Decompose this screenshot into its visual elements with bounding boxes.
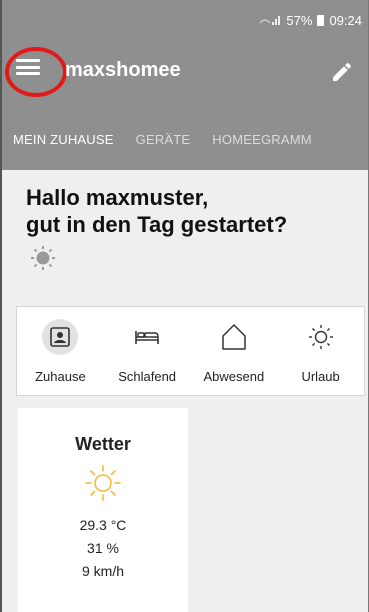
mode-urlaub[interactable]: Urlaub [277,319,364,384]
annotation-circle [5,47,67,97]
weather-temperature: 29.3 °C [79,517,127,533]
mode-label-urlaub: Urlaub [301,369,340,384]
sun-icon [85,465,121,501]
tab-geraete[interactable]: GERÄTE [125,132,202,147]
bed-icon [129,319,165,355]
weather-card[interactable]: Wetter 29.3 °C 31 % 9 km/h [18,408,188,612]
sun-outline-icon [303,319,339,355]
mode-label-abwesend: Abwesend [203,369,265,384]
greeting: Hallo maxmuster, gut in den Tag gestarte… [26,184,356,238]
battery-icon [317,14,325,26]
tab-homeegramm[interactable]: HOMEEGRAMM [201,132,323,147]
app-frame: 57% 09:24 maxshomee MEIN ZUHAUSE GERÄTE … [0,0,369,612]
weather-title: Wetter [75,434,131,454]
mode-abwesend[interactable]: Abwesend [191,319,278,384]
mode-schlafend[interactable]: Schlafend [104,319,191,384]
greeting-line-2: gut in den Tag gestartet? [26,212,288,237]
mode-selector: Zuhause Schlafend Abwesend Urlaub [16,306,365,396]
app-bar: maxshomee [2,40,368,108]
app-title: maxshomee [65,59,181,81]
weather-humidity: 31 % [87,540,119,556]
battery-percent: 57% [286,12,313,28]
weather-wind: 9 km/h [81,563,124,579]
tab-bar: MEIN ZUHAUSE GERÄTE HOMEEGRAMM [2,108,368,170]
sun-icon [31,246,55,270]
home-person-icon [42,319,79,355]
mode-zuhause[interactable]: Zuhause [17,319,104,384]
mode-label-schlafend: Schlafend [118,369,177,384]
clock: 09:24 [329,12,362,28]
greeting-line-1: Hallo maxmuster, [26,185,209,210]
tab-mein-zuhause[interactable]: MEIN ZUHAUSE [2,132,125,147]
status-bar: 57% 09:24 [2,0,368,40]
mode-label-zuhause: Zuhause [35,369,86,384]
pencil-icon[interactable] [330,60,354,84]
house-outline-icon [216,319,252,355]
signal-icon [259,14,281,26]
